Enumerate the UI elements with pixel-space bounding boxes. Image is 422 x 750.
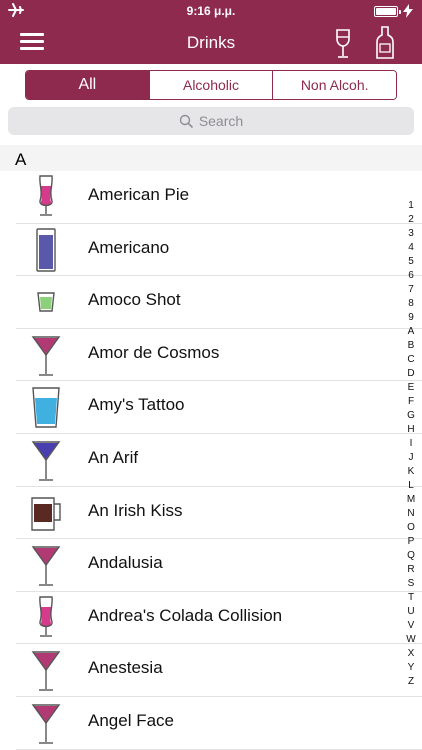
status-time: 9:16 μ.μ. bbox=[186, 4, 236, 18]
header: 9:16 μ.μ. Drinks bbox=[0, 0, 422, 64]
shot-glass-icon bbox=[37, 292, 55, 312]
drink-row[interactable]: Anestesia bbox=[16, 644, 422, 697]
index-letter[interactable]: G bbox=[404, 409, 418, 423]
tumbler-glass-icon bbox=[32, 387, 60, 429]
drink-row[interactable]: An Arif bbox=[16, 434, 422, 487]
martini-glass-icon bbox=[31, 704, 61, 744]
drink-row[interactable]: Andrea's Colada Collision bbox=[16, 592, 422, 645]
index-letter[interactable]: P bbox=[404, 535, 418, 549]
hurricane-glass-icon bbox=[39, 175, 53, 216]
drink-name: American Pie bbox=[88, 185, 190, 204]
highball-glass-icon bbox=[36, 227, 56, 272]
drink-row[interactable]: Amoco Shot bbox=[16, 276, 422, 329]
search-placeholder: Search bbox=[198, 113, 244, 129]
drink-row[interactable]: Amy's Tattoo bbox=[16, 381, 422, 434]
index-letter[interactable]: 8 bbox=[404, 297, 418, 311]
mug-icon bbox=[31, 496, 61, 531]
page-title: Drinks bbox=[186, 33, 236, 52]
index-letter[interactable]: 9 bbox=[404, 311, 418, 325]
index-letter[interactable]: N bbox=[404, 507, 418, 521]
search-icon bbox=[179, 114, 193, 128]
martini-glass-icon bbox=[31, 651, 61, 692]
bottle-icon[interactable] bbox=[374, 26, 396, 60]
index-letter[interactable]: D bbox=[404, 367, 418, 381]
index-letter[interactable]: H bbox=[404, 423, 418, 437]
index-letter[interactable]: R bbox=[404, 563, 418, 577]
drink-name: Amor de Cosmos bbox=[88, 342, 220, 362]
drink-name: Angel Face bbox=[88, 710, 174, 730]
index-letter[interactable]: S bbox=[404, 577, 418, 591]
index-letter[interactable]: I bbox=[404, 437, 418, 451]
charging-bolt-icon bbox=[403, 4, 413, 18]
index-letter[interactable]: C bbox=[404, 353, 418, 367]
index-letter[interactable]: Q bbox=[404, 549, 418, 563]
drink-name: Anestesia bbox=[88, 658, 163, 678]
index-letter[interactable]: 5 bbox=[404, 255, 418, 269]
index-letter[interactable]: K bbox=[404, 465, 418, 479]
drink-name: Amoco Shot bbox=[88, 290, 181, 310]
drink-name: Andrea's Colada Collision bbox=[88, 605, 283, 625]
index-letter[interactable]: W bbox=[404, 633, 418, 647]
drink-name: Americano bbox=[88, 237, 170, 257]
search-input[interactable]: Search bbox=[8, 107, 414, 135]
index-letter[interactable]: Y bbox=[404, 661, 418, 675]
drink-type-filter: All Alcoholic Non Alcoh. bbox=[25, 70, 397, 100]
martini-glass-icon bbox=[31, 441, 61, 481]
battery-icon bbox=[374, 6, 401, 17]
drink-name: Andalusia bbox=[88, 553, 163, 573]
martini-glass-icon bbox=[31, 336, 61, 376]
drink-name: Amy's Tattoo bbox=[88, 395, 185, 415]
index-letter[interactable]: J bbox=[404, 451, 418, 465]
drink-row[interactable]: Amor de Cosmos bbox=[16, 329, 422, 382]
nav-bar: Drinks bbox=[0, 22, 422, 64]
battery-level bbox=[376, 8, 396, 15]
drink-row[interactable]: Angel Face bbox=[16, 697, 422, 750]
index-letter[interactable]: U bbox=[404, 605, 418, 619]
filter-tab-all[interactable]: All bbox=[26, 71, 149, 99]
drink-name: An Arif bbox=[88, 447, 139, 467]
status-bar: 9:16 μ.μ. bbox=[0, 0, 422, 22]
drink-row[interactable]: An Irish Kiss bbox=[16, 487, 422, 540]
drink-list: American Pie Americano Amoco Shot Amor d… bbox=[0, 171, 422, 750]
wine-glass-icon[interactable] bbox=[332, 28, 354, 60]
drink-row[interactable]: Andalusia bbox=[16, 539, 422, 592]
hurricane-glass-icon bbox=[39, 596, 53, 637]
index-letter[interactable]: X bbox=[404, 647, 418, 661]
index-letter[interactable]: V bbox=[404, 619, 418, 633]
drink-row[interactable]: Americano bbox=[16, 224, 422, 277]
alphabet-index: 123456789ABCDEFGHIJKLMNOPQRSTUVWXYZ bbox=[404, 199, 418, 689]
index-letter[interactable]: L bbox=[404, 479, 418, 493]
section-letter: A bbox=[15, 150, 27, 169]
index-letter[interactable]: 4 bbox=[404, 241, 418, 255]
index-letter[interactable]: 7 bbox=[404, 283, 418, 297]
index-letter[interactable]: B bbox=[404, 339, 418, 353]
index-letter[interactable]: 3 bbox=[404, 227, 418, 241]
filter-tab-alcoholic[interactable]: Alcoholic bbox=[148, 71, 273, 99]
filter-tab-non-alcoh[interactable]: Non Alcoh. bbox=[272, 71, 396, 99]
index-letter[interactable]: Z bbox=[404, 675, 418, 689]
index-letter[interactable]: O bbox=[404, 521, 418, 535]
index-letter[interactable]: E bbox=[404, 381, 418, 395]
drink-row[interactable]: American Pie bbox=[16, 171, 422, 224]
index-letter[interactable]: F bbox=[404, 395, 418, 409]
index-letter[interactable]: 1 bbox=[404, 199, 418, 213]
index-letter[interactable]: T bbox=[404, 591, 418, 605]
index-letter[interactable]: 6 bbox=[404, 269, 418, 283]
drink-name: An Irish Kiss bbox=[88, 500, 183, 520]
index-letter[interactable]: 2 bbox=[404, 213, 418, 227]
martini-glass-icon bbox=[31, 546, 61, 586]
index-letter[interactable]: A bbox=[404, 325, 418, 339]
index-letter[interactable]: M bbox=[404, 493, 418, 507]
section-header: A bbox=[0, 145, 422, 171]
